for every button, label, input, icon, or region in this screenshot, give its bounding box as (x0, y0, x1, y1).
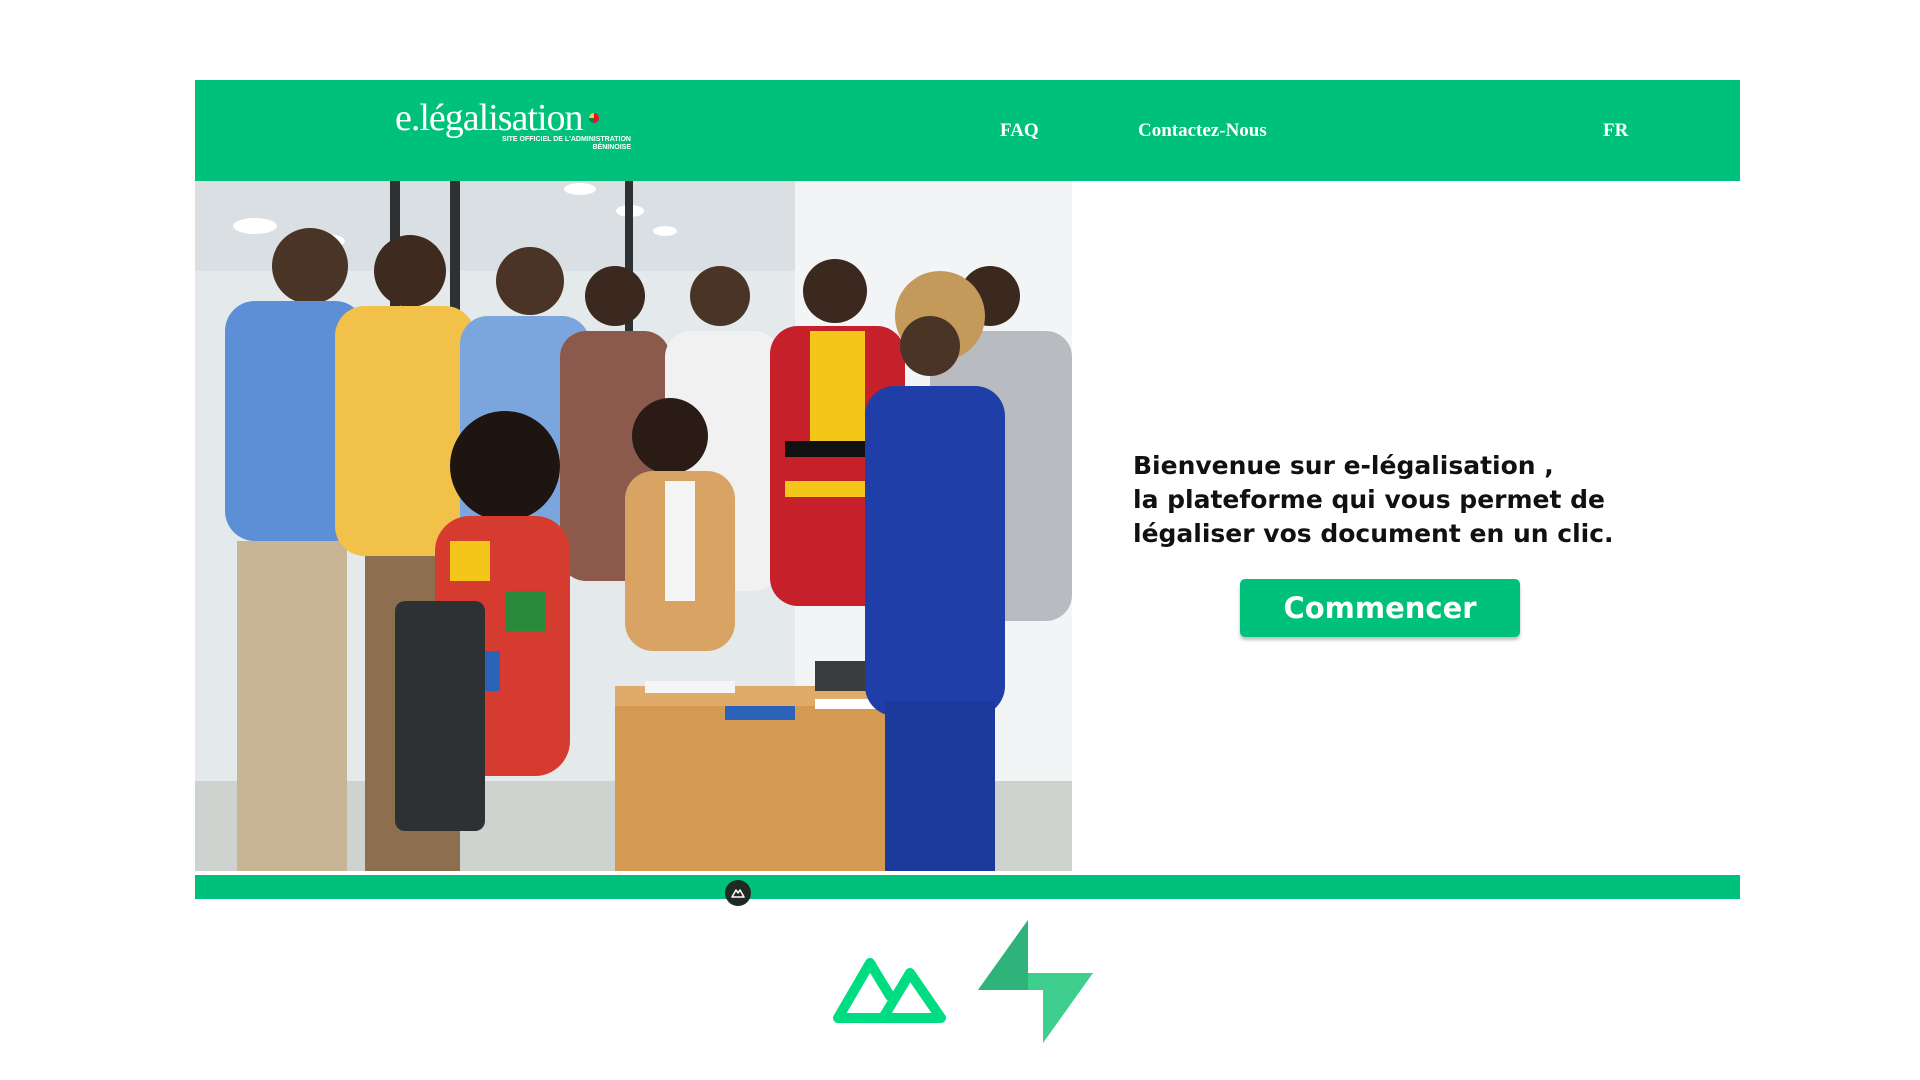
nav-contact[interactable]: Contactez-Nous (1138, 80, 1267, 181)
hero-section: Bienvenue sur e-légalisation , la platef… (195, 181, 1740, 871)
logo-subtitle-line2: BÉNINOISE (592, 144, 631, 151)
welcome-message: Bienvenue sur e-légalisation , la platef… (1133, 449, 1693, 551)
nav-contact-label[interactable]: Contactez-Nous (1138, 120, 1267, 142)
tech-logos-svg (833, 920, 1093, 1043)
tech-logos (828, 918, 1128, 1053)
office-meeting-illustration (195, 181, 1072, 871)
site-logo[interactable]: e.légalisation SITE OFFICIEL DE L'ADMINI… (395, 98, 631, 152)
nav-faq[interactable]: FAQ (1000, 80, 1039, 181)
benin-flag-dot-icon (589, 113, 599, 123)
language-selector[interactable]: FR (1603, 80, 1628, 181)
hero-photo (195, 181, 1072, 871)
start-button[interactable]: Commencer (1240, 579, 1520, 637)
nuxt-logo-icon (833, 958, 946, 1023)
footer-bar (195, 875, 1740, 906)
logo-subtitle-line1: SITE OFFICIEL DE L'ADMINISTRATION (502, 136, 631, 143)
nuxt-small-icon[interactable] (725, 880, 751, 906)
welcome-line-3: légaliser vos document en un clic. (1133, 519, 1614, 548)
welcome-line-2: la plateforme qui vous permet de (1133, 485, 1605, 514)
nuxt-small-glyph (731, 889, 745, 898)
site-header: e.légalisation SITE OFFICIEL DE L'ADMINI… (195, 80, 1740, 181)
page-frame: e.légalisation SITE OFFICIEL DE L'ADMINI… (195, 80, 1740, 906)
nav-faq-label[interactable]: FAQ (1000, 120, 1039, 142)
supabase-logo-icon (978, 920, 1093, 1043)
language-label[interactable]: FR (1603, 120, 1628, 142)
welcome-line-1: Bienvenue sur e-légalisation , (1133, 451, 1554, 480)
